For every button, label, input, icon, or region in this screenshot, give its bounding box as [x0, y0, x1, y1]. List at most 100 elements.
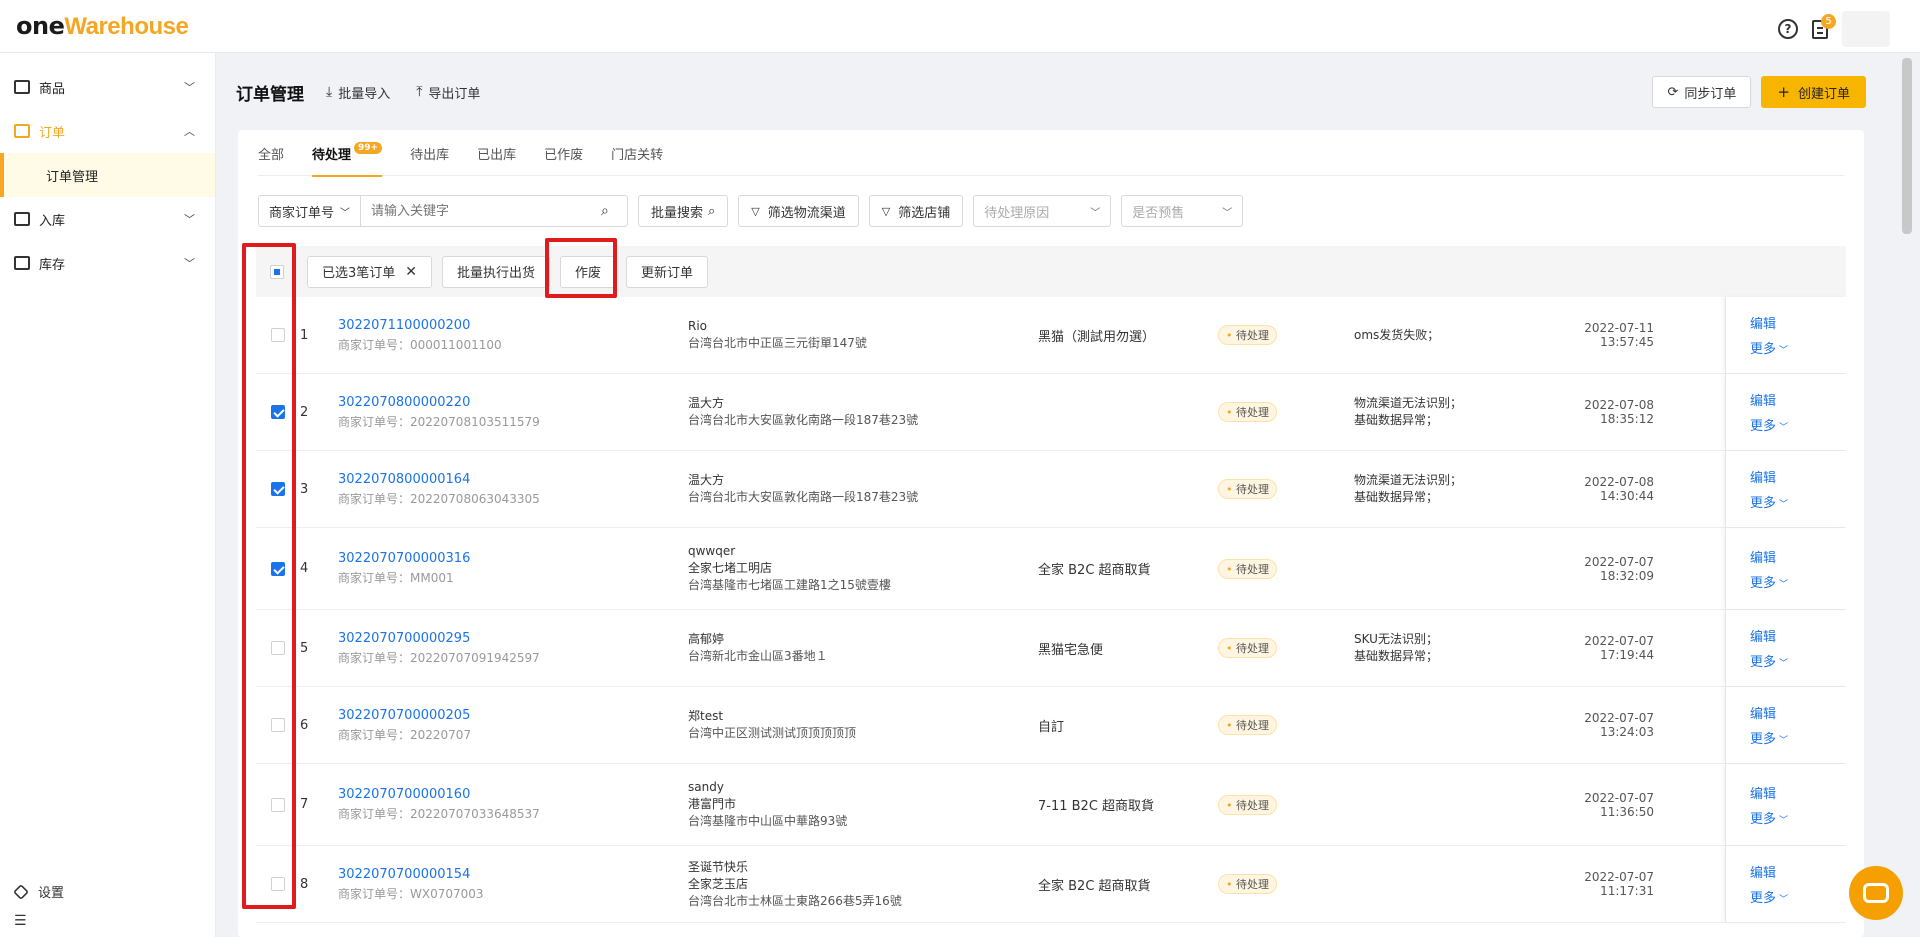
tab-label: 门店关转 [611, 147, 664, 163]
tab-count-badge: 99+ [354, 142, 383, 154]
create-order-button[interactable]: + 创建订单 [1761, 76, 1866, 108]
selected-count-chip[interactable]: 已选3笔订单 ✕ [307, 255, 433, 288]
chevron-down-icon: ﹀ [1779, 736, 1789, 746]
tab-pending[interactable]: 待处理 99+ [312, 130, 383, 177]
notification-icon[interactable]: 5 [1812, 13, 1836, 39]
chevron-down-icon: ﹀ [1779, 895, 1789, 905]
edit-link[interactable]: 编辑 [1750, 783, 1846, 802]
bulk-action-bar: 已选3笔订单 ✕ 批量执行出货 作废 更新订单 [256, 246, 1846, 297]
order-number-link[interactable]: 3022070700000160 [338, 787, 688, 802]
order-number-link[interactable]: 3022070700000295 [338, 631, 688, 646]
collapse-menu-icon[interactable]: ☰ [14, 913, 30, 929]
order-time: 2022-07-08 14:30:44 [1584, 475, 1654, 503]
batch-search-button[interactable]: 批量搜索 ⌕ [638, 195, 729, 227]
sidebar: 商品 ﹀ 订单 ︿ 订单管理 入库 ﹀ 库存 ﹀ 设置 ☰ [0, 53, 216, 937]
order-time: 2022-07-07 18:32:09 [1584, 554, 1654, 583]
order-number-link[interactable]: 3022070700000154 [338, 867, 688, 882]
sidebar-item-inbound[interactable]: 入库 ﹀ [0, 197, 215, 241]
order-time: 2022-07-07 13:24:03 [1584, 711, 1654, 739]
sidebar-item-order-management[interactable]: 订单管理 [0, 153, 215, 197]
more-dropdown[interactable]: 更多 ﹀ [1750, 572, 1846, 591]
sidebar-item-inventory[interactable]: 库存 ﹀ [0, 241, 215, 285]
tab-to-ship[interactable]: 待出库 [410, 130, 449, 176]
row-checkbox[interactable] [271, 641, 285, 655]
create-order-label: 创建订单 [1797, 86, 1850, 102]
chat-button[interactable] [1849, 866, 1903, 920]
tab-label: 已出库 [477, 147, 517, 163]
tab-store-closed[interactable]: 门店关转 [611, 130, 663, 176]
sidebar-item-orders[interactable]: 订单 ︿ [0, 109, 215, 153]
table-row: 2 3022070800000220 商家订单号：202207081035115… [256, 374, 1846, 451]
edit-link[interactable]: 编辑 [1750, 313, 1846, 332]
void-button[interactable]: 作废 [560, 255, 617, 288]
row-actions: 编辑 更多 ﹀ [1725, 764, 1846, 845]
row-checkbox[interactable] [271, 328, 285, 342]
sync-orders-button[interactable]: ⟳ 同步订单 [1652, 76, 1752, 108]
more-dropdown[interactable]: 更多 ﹀ [1750, 728, 1846, 747]
search-icon[interactable]: ⌕ [601, 203, 627, 219]
tab-shipped[interactable]: 已出库 [477, 130, 516, 176]
status-cell: 待处理 [1218, 479, 1354, 499]
select-all-checkbox[interactable] [270, 264, 284, 279]
tab-voided[interactable]: 已作废 [544, 130, 583, 176]
more-label: 更多 [1750, 891, 1777, 906]
pending-reason-cell: 物流渠道无法识别； 基础数据异常； [1354, 472, 1534, 506]
pending-reason-select[interactable]: 待处理原因 ﹀ [973, 195, 1112, 227]
tab-all[interactable]: 全部 [258, 130, 284, 176]
more-label: 更多 [1750, 419, 1777, 434]
row-checkbox[interactable] [271, 877, 285, 891]
page-scrollbar[interactable] [1902, 58, 1912, 234]
help-icon[interactable]: ? [1778, 19, 1798, 39]
edit-link[interactable]: 编辑 [1750, 703, 1846, 722]
receiver-line: 圣诞节快乐 [688, 859, 749, 874]
edit-link[interactable]: 编辑 [1750, 626, 1846, 645]
warehouse-icon [14, 256, 30, 270]
order-number-link[interactable]: 3022070700000205 [338, 708, 688, 723]
edit-link[interactable]: 编辑 [1750, 547, 1846, 566]
export-orders-button[interactable]: ⤒ 导出订单 [416, 83, 480, 102]
sidebar-item-settings[interactable]: 设置 [13, 882, 64, 901]
order-number-link[interactable]: 3022070700000316 [338, 551, 688, 566]
row-checkbox[interactable] [271, 482, 285, 496]
filter-store-button[interactable]: ▽ 筛选店铺 [868, 195, 964, 227]
more-dropdown[interactable]: 更多 ﹀ [1750, 415, 1846, 434]
edit-link[interactable]: 编辑 [1750, 390, 1846, 409]
edit-link[interactable]: 编辑 [1750, 467, 1846, 486]
row-index: 5 [300, 640, 309, 656]
order-number-link[interactable]: 3022070800000164 [338, 472, 688, 487]
row-index: 8 [300, 876, 309, 892]
more-dropdown[interactable]: 更多 ﹀ [1750, 492, 1846, 511]
avatar[interactable] [1842, 11, 1890, 47]
chevron-down-icon: ﹀ [1779, 815, 1789, 826]
order-number-link[interactable]: 3022071100000200 [338, 318, 688, 333]
batch-ship-button[interactable]: 批量执行出货 [442, 255, 551, 288]
more-dropdown[interactable]: 更多 ﹀ [1750, 887, 1846, 906]
row-checkbox[interactable] [271, 405, 285, 419]
presale-select[interactable]: 是否预售 ﹀ [1121, 195, 1244, 227]
search-input[interactable] [361, 196, 601, 226]
sidebar-item-label: 商品 [39, 81, 66, 97]
row-checkbox[interactable] [271, 718, 285, 732]
more-dropdown[interactable]: 更多 ﹀ [1750, 651, 1846, 670]
row-checkbox[interactable] [271, 561, 285, 576]
more-label: 更多 [1750, 575, 1777, 591]
close-icon[interactable]: ✕ [405, 264, 417, 280]
batch-import-button[interactable]: ⤓ 批量导入 [326, 83, 390, 102]
more-label: 更多 [1750, 811, 1777, 827]
update-orders-button[interactable]: 更新订单 [626, 255, 709, 288]
row-checkbox-cell [256, 482, 300, 496]
sidebar-item-products[interactable]: 商品 ﹀ [0, 65, 215, 109]
row-checkbox[interactable] [271, 797, 285, 812]
more-dropdown[interactable]: 更多 ﹀ [1750, 808, 1846, 827]
more-dropdown[interactable]: 更多 ﹀ [1750, 338, 1846, 357]
logo[interactable]: one Warehouse [16, 12, 189, 41]
pending-reason-line: 物流渠道无法识别； [1354, 473, 1463, 487]
search-field-select[interactable]: 商家订单号 ﹀ [259, 196, 361, 226]
filter-channel-button[interactable]: ▽ 筛选物流渠道 [738, 195, 859, 227]
order-icon [14, 124, 30, 138]
edit-link[interactable]: 编辑 [1750, 862, 1846, 881]
chevron-down-icon: ﹀ [184, 257, 195, 270]
status-badge: 待处理 [1218, 794, 1277, 815]
orders-table: 已选3笔订单 ✕ 批量执行出货 作废 更新订单 1 30220711000002… [256, 246, 1846, 923]
order-number-link[interactable]: 3022070800000220 [338, 395, 688, 410]
